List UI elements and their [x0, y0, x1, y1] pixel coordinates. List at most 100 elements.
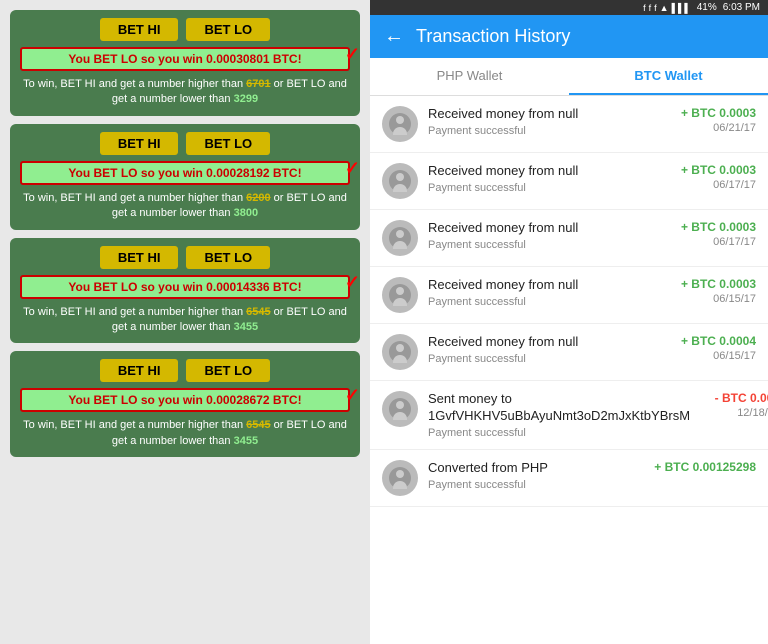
tx-amount: - BTC 0.001	[700, 391, 768, 405]
tx-content: Received money from null Payment success…	[428, 163, 666, 194]
time-text: 6:03 PM	[723, 2, 760, 13]
bet-card-3: BET HI BET LO You BET LO so you win 0.00…	[10, 238, 360, 344]
avatar-icon	[389, 398, 411, 420]
bet-buttons: BET HI BET LO	[20, 132, 350, 155]
tx-amount: + BTC 0.0004	[676, 334, 756, 348]
transaction-item-4[interactable]: Received money from null Payment success…	[370, 324, 768, 381]
tx-date: 06/17/17	[676, 179, 756, 191]
back-button[interactable]: ←	[384, 25, 404, 48]
tx-content: Sent money to 1GvfVHKHV5uBbAyuNmt3oD2mJx…	[428, 391, 690, 439]
tx-subtitle: Payment successful	[428, 239, 666, 251]
bet-hi-button[interactable]: BET HI	[100, 132, 179, 155]
tx-avatar	[382, 391, 418, 427]
tx-title: Received money from null	[428, 163, 666, 180]
transaction-item-2[interactable]: Received money from null Payment success…	[370, 210, 768, 267]
transactions-list: Received money from null Payment success…	[370, 96, 768, 644]
bet-hi-button[interactable]: BET HI	[100, 246, 179, 269]
tx-right: - BTC 0.001 12/18/16	[700, 391, 768, 419]
tx-title: Received money from null	[428, 277, 666, 294]
bet-lo-button[interactable]: BET LO	[186, 359, 270, 382]
tx-right: + BTC 0.0003 06/17/17	[676, 220, 756, 248]
tab-php-wallet[interactable]: PHP Wallet	[370, 58, 569, 95]
tx-avatar	[382, 106, 418, 142]
tx-content: Received money from null Payment success…	[428, 220, 666, 251]
bet-buttons: BET HI BET LO	[20, 18, 350, 41]
fb-icon2: f	[649, 3, 652, 13]
status-icons: f f f ▲ ▌▌▌	[643, 3, 691, 13]
tab-btc-wallet[interactable]: BTC Wallet	[569, 58, 768, 95]
bet-hi-button[interactable]: BET HI	[100, 18, 179, 41]
transaction-item-1[interactable]: Received money from null Payment success…	[370, 153, 768, 210]
bet-lo-button[interactable]: BET LO	[186, 246, 270, 269]
left-panel: BET HI BET LO You BET LO so you win 0.00…	[0, 0, 370, 644]
wifi-icon: ▲	[660, 3, 669, 13]
tx-content: Received money from null Payment success…	[428, 106, 666, 137]
bet-hi-button[interactable]: BET HI	[100, 359, 179, 382]
tx-title: Received money from null	[428, 106, 666, 123]
transaction-item-5[interactable]: Sent money to 1GvfVHKHV5uBbAyuNmt3oD2mJx…	[370, 381, 768, 450]
signal-icon: ▌▌▌	[672, 3, 691, 13]
tx-right: + BTC 0.0004 06/15/17	[676, 334, 756, 362]
bet-buttons: BET HI BET LO	[20, 359, 350, 382]
tx-date: 06/17/17	[676, 236, 756, 248]
bet-desc: To win, BET HI and get a number higher t…	[20, 305, 350, 336]
win-text: You BET LO so you win 0.00028192 BTC!	[20, 161, 350, 185]
tx-subtitle: Payment successful	[428, 296, 666, 308]
tx-amount: + BTC 0.0003	[676, 163, 756, 177]
tx-subtitle: Payment successful	[428, 427, 690, 439]
tx-content: Received money from null Payment success…	[428, 334, 666, 365]
win-text: You BET LO so you win 0.00014336 BTC!	[20, 275, 350, 299]
app-header: ← Transaction History	[370, 15, 768, 58]
avatar-icon	[389, 227, 411, 249]
tx-avatar	[382, 220, 418, 256]
transaction-item-0[interactable]: Received money from null Payment success…	[370, 96, 768, 153]
tx-title: Sent money to 1GvfVHKHV5uBbAyuNmt3oD2mJx…	[428, 391, 690, 425]
tx-subtitle: Payment successful	[428, 182, 666, 194]
transaction-item-3[interactable]: Received money from null Payment success…	[370, 267, 768, 324]
bet-card-1: BET HI BET LO You BET LO so you win 0.00…	[10, 10, 360, 116]
tx-title: Received money from null	[428, 334, 666, 351]
tabs-row: PHP WalletBTC Wallet	[370, 58, 768, 96]
bet-desc: To win, BET HI and get a number higher t…	[20, 418, 350, 449]
battery-text: 41%	[697, 2, 717, 13]
bet-card-2: BET HI BET LO You BET LO so you win 0.00…	[10, 124, 360, 230]
avatar-icon	[389, 467, 411, 489]
tx-amount: + BTC 0.0003	[676, 106, 756, 120]
tx-avatar	[382, 460, 418, 496]
tx-date: 12/18/16	[700, 407, 768, 419]
tx-right: + BTC 0.0003 06/17/17	[676, 163, 756, 191]
tx-date: 06/15/17	[676, 293, 756, 305]
avatar-icon	[389, 170, 411, 192]
tx-avatar	[382, 163, 418, 199]
bet-buttons: BET HI BET LO	[20, 246, 350, 269]
bet-card-4: BET HI BET LO You BET LO so you win 0.00…	[10, 351, 360, 457]
avatar-icon	[389, 341, 411, 363]
avatar-icon	[389, 284, 411, 306]
tx-amount: + BTC 0.0003	[676, 277, 756, 291]
header-title: Transaction History	[416, 26, 570, 47]
fb-icon3: f	[654, 3, 657, 13]
status-bar: f f f ▲ ▌▌▌ 41% 6:03 PM	[370, 0, 768, 15]
tx-date: 06/15/17	[676, 350, 756, 362]
tx-content: Received money from null Payment success…	[428, 277, 666, 308]
bet-lo-button[interactable]: BET LO	[186, 18, 270, 41]
tx-right: + BTC 0.00125298	[654, 460, 756, 476]
tx-title: Converted from PHP	[428, 460, 644, 477]
tx-date: 06/21/17	[676, 122, 756, 134]
transaction-item-6[interactable]: Converted from PHP Payment successful + …	[370, 450, 768, 507]
tx-avatar	[382, 334, 418, 370]
tx-subtitle: Payment successful	[428, 353, 666, 365]
win-text: You BET LO so you win 0.00030801 BTC!	[20, 47, 350, 71]
tx-right: + BTC 0.0003 06/15/17	[676, 277, 756, 305]
bet-lo-button[interactable]: BET LO	[186, 132, 270, 155]
tx-right: + BTC 0.0003 06/21/17	[676, 106, 756, 134]
tx-subtitle: Payment successful	[428, 125, 666, 137]
avatar-icon	[389, 113, 411, 135]
fb-icon: f	[643, 3, 646, 13]
bet-desc: To win, BET HI and get a number higher t…	[20, 191, 350, 222]
right-panel: f f f ▲ ▌▌▌ 41% 6:03 PM ← Transaction Hi…	[370, 0, 768, 644]
tx-subtitle: Payment successful	[428, 479, 644, 491]
tx-title: Received money from null	[428, 220, 666, 237]
bet-desc: To win, BET HI and get a number higher t…	[20, 77, 350, 108]
win-text: You BET LO so you win 0.00028672 BTC!	[20, 388, 350, 412]
